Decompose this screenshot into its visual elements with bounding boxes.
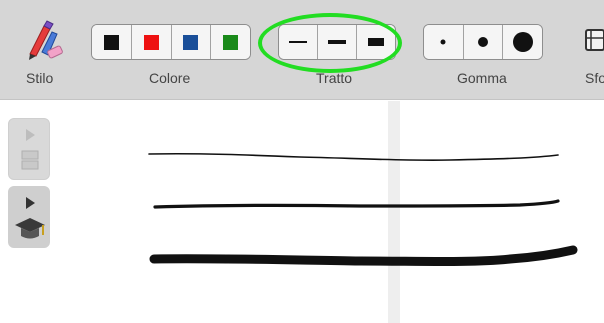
eraser-small-icon [440,39,446,45]
thin-stroke [148,152,559,161]
eraser-size-selector [423,24,543,60]
color-green-swatch [223,34,239,50]
toolbar: Stilo Colore Tratto Gomma Sfo [0,0,604,100]
background-group-label: Sfo [585,70,604,86]
color-blue-swatch [183,34,199,50]
eraser-medium-button[interactable] [463,25,504,59]
eraser-large-button[interactable] [503,25,542,59]
medium-stroke [153,199,560,209]
thick-stroke [149,245,578,266]
color-green-button[interactable] [211,25,250,59]
eraser-large-icon [512,32,533,52]
eraser-group-label: Gomma [457,70,507,86]
stroke-group-highlight [258,13,402,73]
eraser-medium-icon [478,37,488,47]
color-blue-button[interactable] [171,25,212,59]
color-red-button[interactable] [131,25,172,59]
color-black-button[interactable] [92,25,132,59]
stroke-group-label: Tratto [316,70,353,86]
pen-icon[interactable] [22,18,66,62]
color-group-label: Colore [149,70,191,86]
color-selector [91,24,251,60]
color-red-swatch [143,34,159,50]
pen-group-label: Stilo [26,70,54,86]
background-icon[interactable] [582,24,604,58]
eraser-small-button[interactable] [424,25,464,59]
color-black-swatch [103,34,119,50]
ink-strokes [148,152,578,266]
